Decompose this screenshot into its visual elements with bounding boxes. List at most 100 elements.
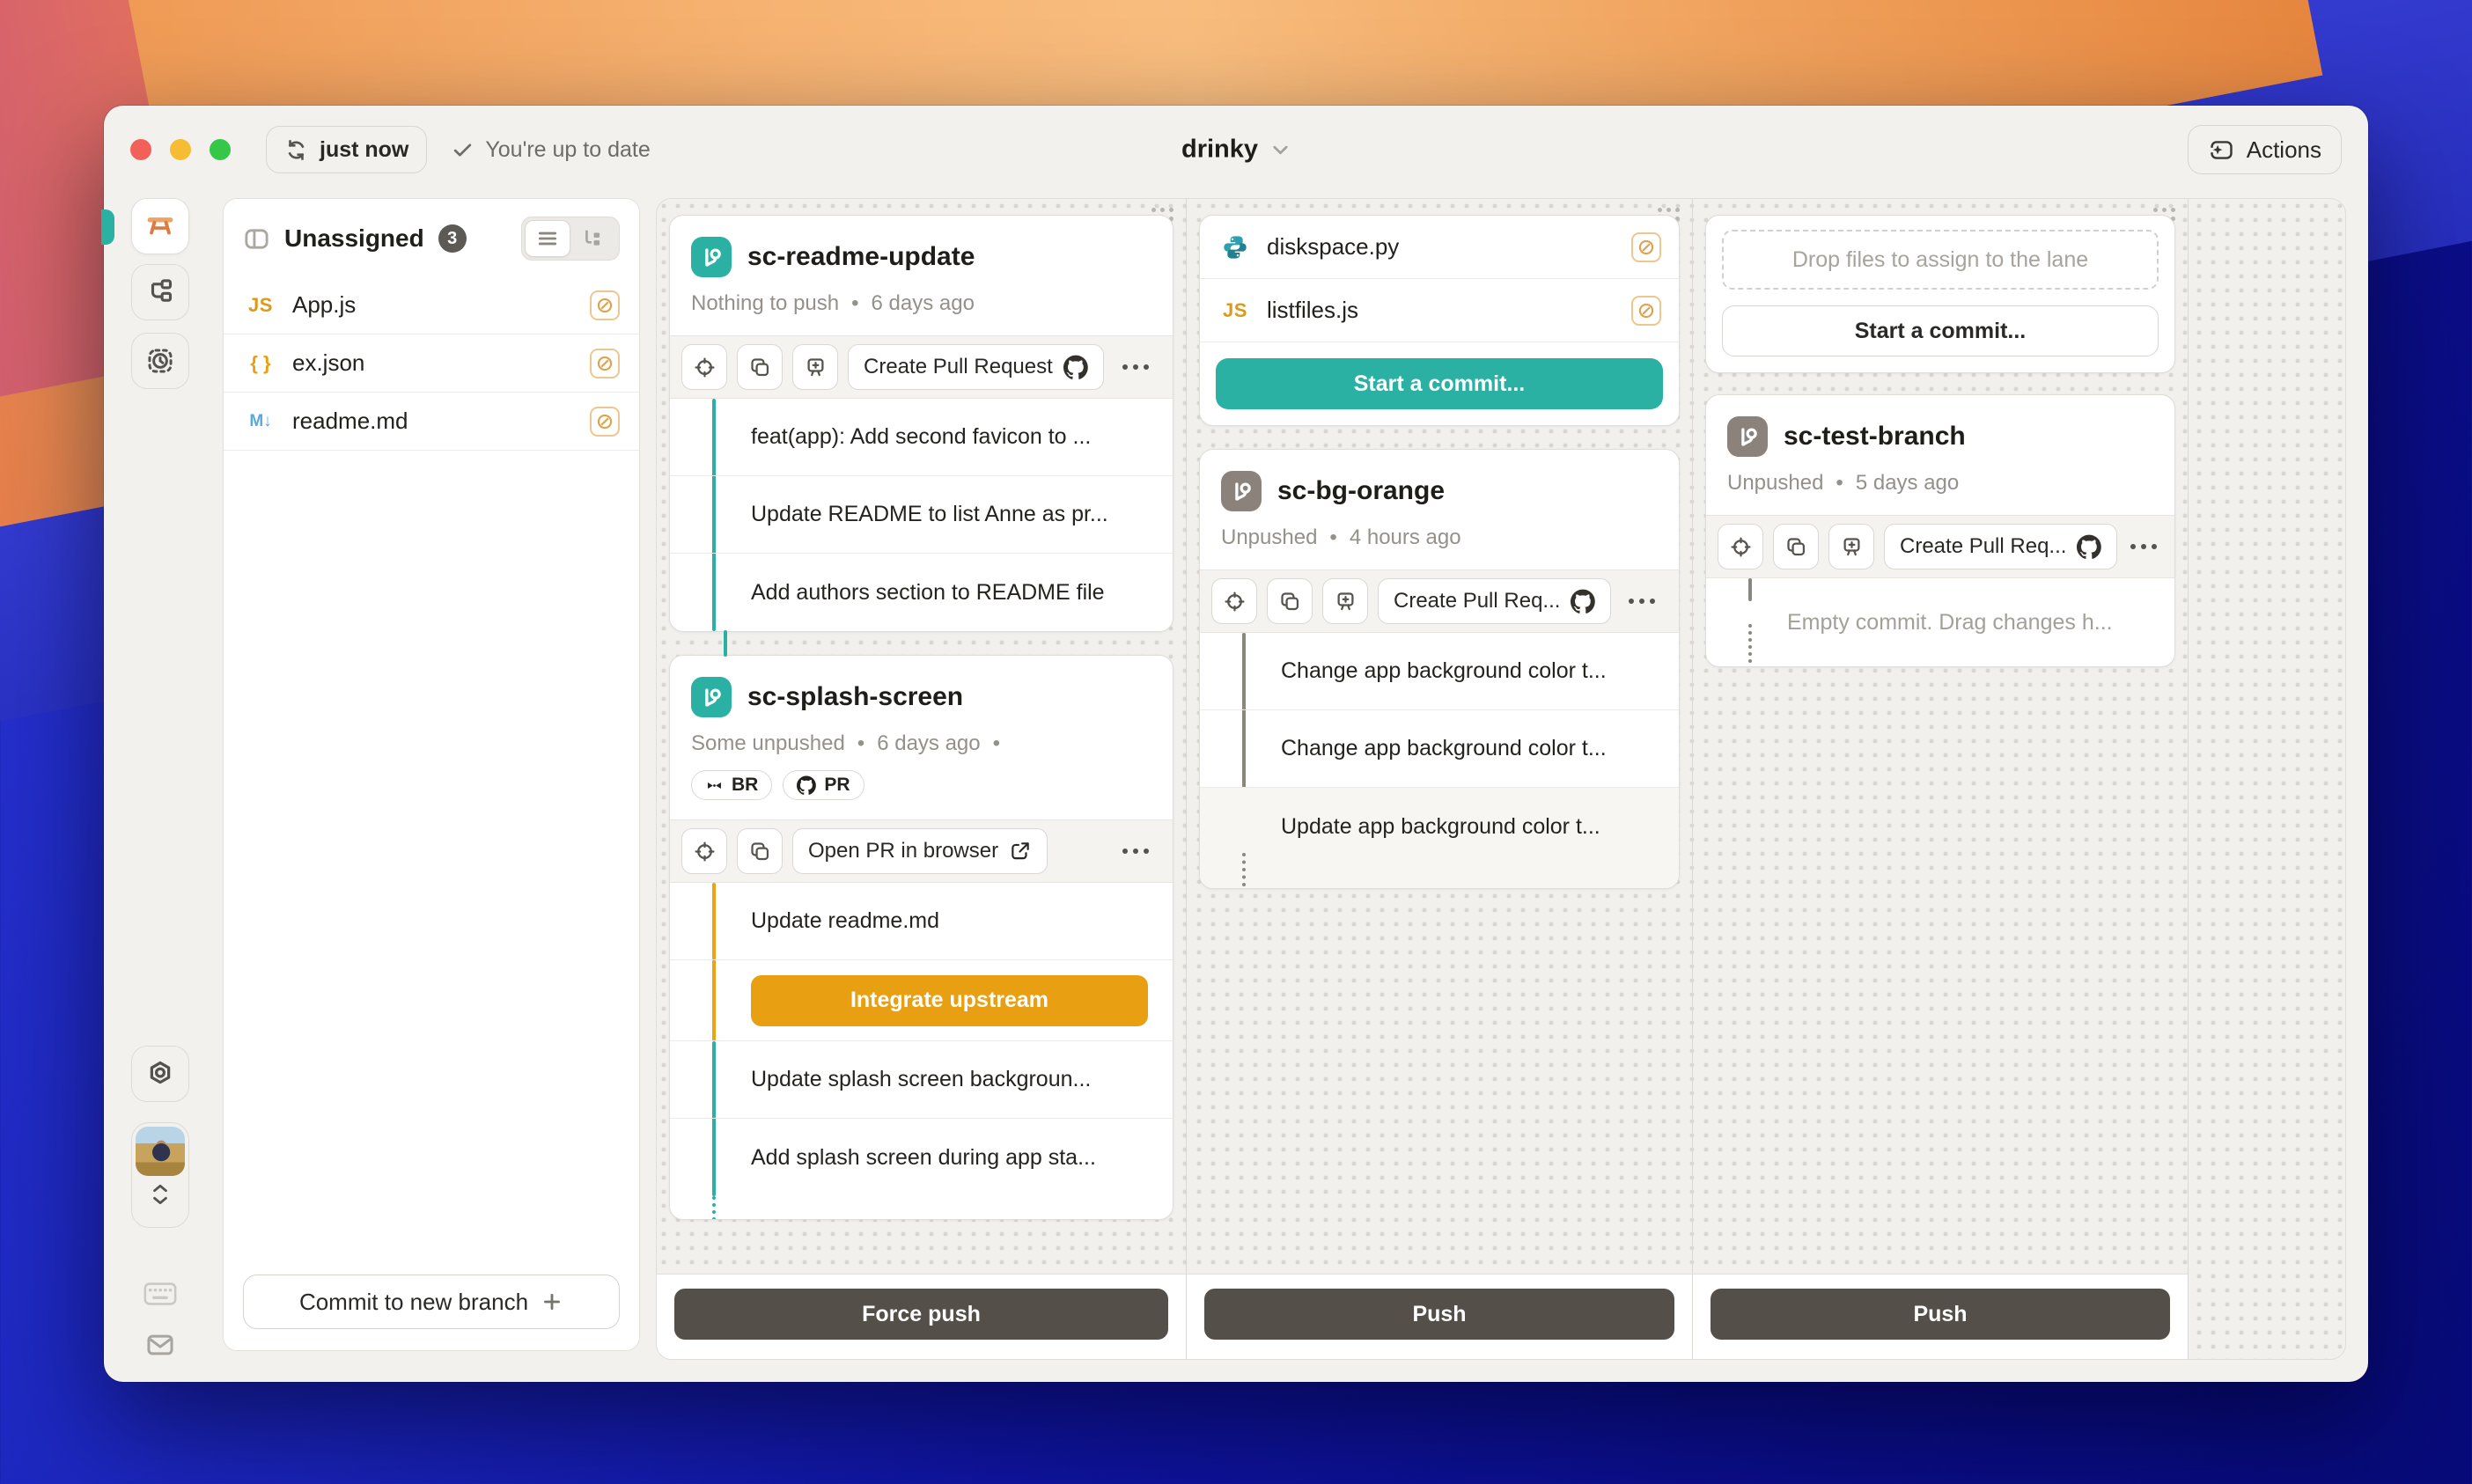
commit-tail <box>1200 865 1679 888</box>
set-target-button[interactable] <box>1718 524 1763 569</box>
sparkle-box-icon <box>2208 136 2235 164</box>
panel-spacer <box>224 451 639 1275</box>
set-target-button[interactable] <box>681 828 727 874</box>
start-commit-button[interactable]: Start a commit... <box>1216 358 1663 409</box>
commit-row[interactable]: Change app background color t... <box>1200 633 1679 710</box>
sync-status-button[interactable]: just now <box>266 126 427 173</box>
branch-header[interactable]: sc-splash-screen Some unpushed • 6 days … <box>670 656 1173 819</box>
assigned-file-diskspacepy[interactable]: diskspace.py <box>1200 216 1679 279</box>
zoom-window-button[interactable] <box>210 139 231 160</box>
list-view-button[interactable] <box>525 220 570 257</box>
actions-button[interactable]: Actions <box>2188 125 2342 174</box>
commit-message: Change app background color t... <box>1281 658 1607 684</box>
create-pull-request-button[interactable]: Create Pull Req... <box>1378 578 1611 624</box>
push-button[interactable]: Push <box>1711 1289 2170 1340</box>
branch-name: sc-test-branch <box>1784 422 1966 452</box>
project-switcher[interactable]: drinky <box>1181 136 1291 165</box>
commit-row[interactable]: Add authors section to README file <box>670 554 1173 631</box>
assigned-file-listfilesjs[interactable]: JS listfiles.js <box>1200 279 1679 342</box>
commit-row[interactable]: Update README to list Anne as pr... <box>670 476 1173 554</box>
open-pr-in-browser-button[interactable]: Open PR in browser <box>792 828 1048 874</box>
push-button[interactable]: Push <box>1204 1289 1674 1340</box>
button-label: Commit to new branch <box>299 1289 528 1316</box>
button-label: Create Pull Req... <box>1900 534 2066 559</box>
commit-message: Add authors section to README file <box>751 580 1105 606</box>
empty-commit-message: Empty commit. Drag changes h... <box>1787 610 2113 635</box>
copy-branch-button[interactable] <box>1267 578 1313 624</box>
branch-subtitle: Unpushed • 4 hours ago <box>1221 525 1658 550</box>
tree-view-button[interactable] <box>570 220 616 257</box>
feedback-mail-button[interactable] <box>131 1317 189 1373</box>
branch-time: 4 hours ago <box>1350 525 1461 550</box>
pull-request-badge[interactable]: PR <box>783 770 864 800</box>
set-target-button[interactable] <box>681 344 727 390</box>
pr-template-button[interactable] <box>1828 524 1874 569</box>
pr-template-button[interactable] <box>792 344 838 390</box>
minimize-window-button[interactable] <box>170 139 191 160</box>
settings-button[interactable] <box>131 1046 189 1102</box>
commit-line <box>1748 578 1752 601</box>
keyboard-shortcuts-button[interactable] <box>131 1266 189 1322</box>
unassigned-file-exjson[interactable]: { } ex.json <box>224 334 639 393</box>
commit-row[interactable]: Update app background color t... <box>1200 788 1679 865</box>
lane-footer: Push <box>1693 1274 2188 1359</box>
sidebar-item-workspace[interactable] <box>131 198 189 254</box>
pr-template-button[interactable] <box>1322 578 1368 624</box>
branch-menu-button[interactable] <box>1625 590 1659 613</box>
branch-name: sc-readme-update <box>747 242 975 272</box>
integrate-upstream-button[interactable]: Integrate upstream <box>751 975 1148 1026</box>
unassigned-file-appjs[interactable]: JS App.js <box>224 276 639 334</box>
branch-card-sc-bg-orange: sc-bg-orange Unpushed • 4 hours ago <box>1199 449 1680 889</box>
copy-branch-button[interactable] <box>1773 524 1819 569</box>
sidebar-item-branches[interactable] <box>131 264 189 320</box>
button-label: Open PR in browser <box>808 839 998 863</box>
commit-row[interactable]: Change app background color t... <box>1200 710 1679 788</box>
user-switcher[interactable] <box>131 1122 189 1228</box>
virtual-branch-icon <box>691 237 732 277</box>
commit-row[interactable]: feat(app): Add second favicon to ... <box>670 399 1173 476</box>
chevron-down-icon <box>1270 140 1291 160</box>
copy-branch-button[interactable] <box>737 828 783 874</box>
commit-row[interactable]: Add splash screen during app sta... <box>670 1119 1173 1196</box>
branch-time: 5 days ago <box>1856 471 1959 496</box>
sync-time-label: just now <box>320 137 408 163</box>
lane-body: sc-readme-update Nothing to push • 6 day… <box>657 199 1186 1274</box>
lane-footer: Push <box>1187 1274 1692 1359</box>
branch-menu-button[interactable] <box>1119 356 1152 378</box>
badge-label: BR <box>732 775 758 796</box>
branch-time: 6 days ago <box>872 291 975 316</box>
branch-menu-button[interactable] <box>2127 535 2160 558</box>
file-dropzone[interactable]: Drop files to assign to the lane <box>1722 230 2159 290</box>
branch-subtitle: Nothing to push • 6 days ago <box>691 291 1151 316</box>
copy-branch-button[interactable] <box>737 344 783 390</box>
empty-commit-row[interactable]: Empty commit. Drag changes h... <box>1706 578 2174 666</box>
force-push-button[interactable]: Force push <box>674 1289 1168 1340</box>
commit-to-new-branch-button[interactable]: Commit to new branch <box>243 1275 620 1329</box>
unassigned-file-readmemd[interactable]: M↓ readme.md <box>224 393 639 451</box>
branch-review-badge[interactable]: BR <box>691 770 772 800</box>
branch-header[interactable]: sc-readme-update Nothing to push • 6 day… <box>670 216 1173 335</box>
bowtie-icon <box>705 776 724 795</box>
upstream-commit-row[interactable]: Update readme.md <box>670 883 1173 960</box>
branch-menu-button[interactable] <box>1119 840 1152 863</box>
branch-header[interactable]: sc-test-branch Unpushed • 5 days ago <box>1706 395 2174 515</box>
start-commit-button[interactable]: Start a commit... <box>1722 305 2159 356</box>
commit-row[interactable]: Update splash screen backgroun... <box>670 1041 1173 1119</box>
button-label: Create Pull Req... <box>1394 589 1560 613</box>
virtual-branch-icon <box>691 677 732 717</box>
file-name: listfiles.js <box>1267 297 1617 324</box>
external-link-icon <box>1009 840 1032 863</box>
set-target-button[interactable] <box>1211 578 1257 624</box>
commit-list: feat(app): Add second favicon to ... Upd… <box>670 399 1173 631</box>
branch-connector <box>669 632 1173 655</box>
commit-message: Update splash screen backgroun... <box>751 1067 1091 1092</box>
commit-line-tail <box>1242 853 1246 886</box>
card-gap <box>1705 373 2175 394</box>
traffic-lights <box>130 139 231 160</box>
sidebar-item-history[interactable] <box>131 333 189 389</box>
branch-header[interactable]: sc-bg-orange Unpushed • 4 hours ago <box>1200 450 1679 569</box>
create-pull-request-button[interactable]: Create Pull Req... <box>1884 524 2117 569</box>
close-window-button[interactable] <box>130 139 151 160</box>
create-pull-request-button[interactable]: Create Pull Request <box>848 344 1104 390</box>
badge-label: PR <box>824 775 850 796</box>
